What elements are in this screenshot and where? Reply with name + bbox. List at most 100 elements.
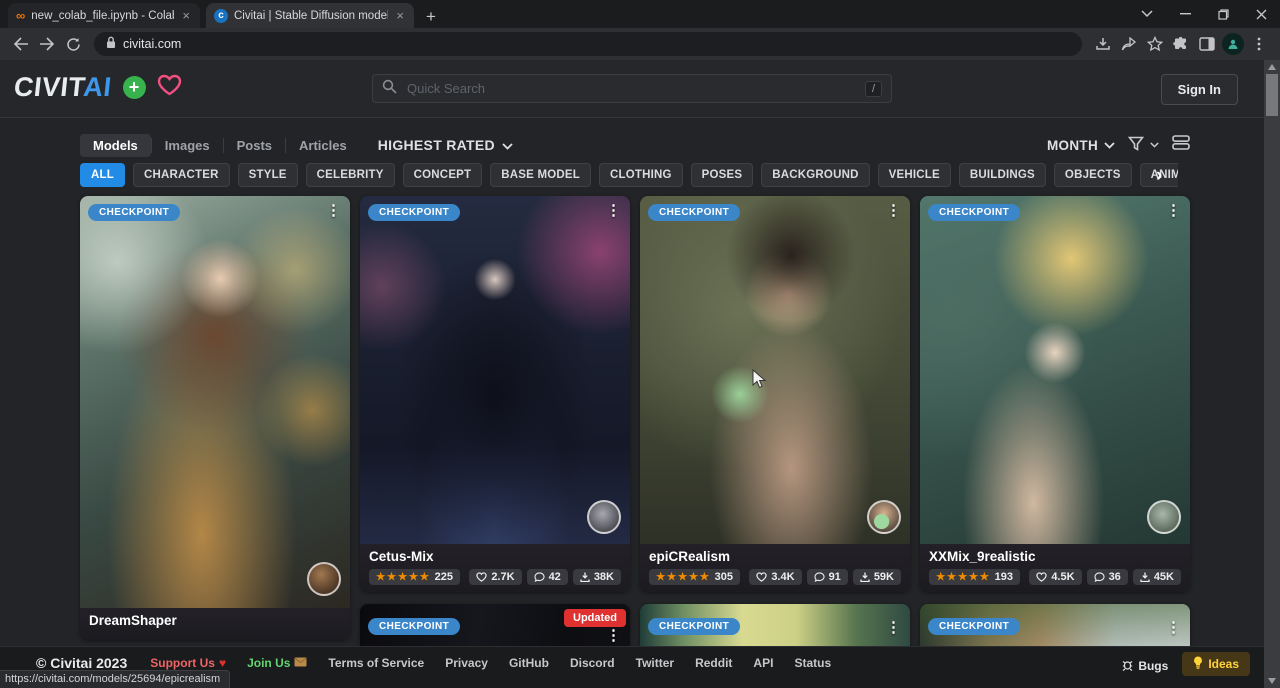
model-card-dreamshaper[interactable]: CHECKPOINT ⋮ DreamShaper (80, 196, 350, 640)
close-tab-icon[interactable]: × (180, 8, 192, 23)
category-chip-celebrity[interactable]: CELEBRITY (306, 163, 395, 187)
category-chip-background[interactable]: BACKGROUND (761, 163, 869, 187)
footer-link-terms[interactable]: Terms of Service (328, 656, 424, 670)
browser-menu-icon[interactable] (1246, 31, 1272, 57)
close-window-button[interactable] (1242, 0, 1280, 28)
category-chip-objects[interactable]: OBJECTS (1054, 163, 1132, 187)
browser-tab-civitai[interactable]: c Civitai | Stable Diffusion models, × (206, 3, 414, 28)
forward-icon[interactable] (34, 31, 60, 57)
civitai-logo[interactable]: CIVITAI + (14, 74, 182, 101)
page-scrollbar[interactable] (1264, 60, 1280, 688)
model-title: Cetus-Mix (369, 549, 621, 564)
model-image[interactable]: CHECKPOINT ⋮ (640, 196, 910, 544)
creator-avatar[interactable] (307, 562, 341, 596)
footer-link-status[interactable]: Status (794, 656, 831, 670)
footer-link-discord[interactable]: Discord (570, 656, 615, 670)
footer-link-reddit[interactable]: Reddit (695, 656, 732, 670)
category-chip-clothing[interactable]: CLOTHING (599, 163, 683, 187)
creator-avatar[interactable] (867, 500, 901, 534)
share-icon[interactable] (1116, 31, 1142, 57)
category-chip-style[interactable]: STYLE (238, 163, 298, 187)
profile-avatar[interactable] (1222, 33, 1244, 55)
likes-pill: 3.4K (749, 569, 801, 585)
category-chip-base-model[interactable]: BASE MODEL (490, 163, 591, 187)
card-menu-icon[interactable]: ⋮ (886, 618, 901, 636)
creator-avatar[interactable] (1147, 500, 1181, 534)
screen: ∞ new_colab_file.ipynb - Colaborat × c C… (0, 0, 1280, 688)
chevron-down-icon[interactable] (1128, 0, 1166, 28)
sort-dropdown[interactable]: HIGHEST RATED (378, 137, 513, 153)
card-menu-icon[interactable]: ⋮ (606, 626, 621, 644)
model-title: epiCRealism (649, 549, 901, 564)
card-menu-icon[interactable]: ⋮ (886, 201, 901, 219)
model-image[interactable]: CHECKPOINT ⋮ (80, 196, 350, 608)
scrollbar-thumb[interactable] (1266, 74, 1278, 116)
model-type-badge: CHECKPOINT (648, 618, 740, 635)
extensions-icon[interactable] (1168, 31, 1194, 57)
reload-icon[interactable] (60, 31, 86, 57)
sort-label: HIGHEST RATED (378, 137, 495, 153)
download-icon (860, 572, 870, 582)
civitai-page: CIVITAI + / Sign In Models Images (0, 60, 1264, 688)
bugs-button[interactable]: Bugs (1122, 659, 1168, 674)
downloads-pill: 38K (573, 569, 621, 585)
category-chip-concept[interactable]: CONCEPT (403, 163, 483, 187)
tab-posts[interactable]: Posts (224, 134, 285, 157)
close-tab-icon[interactable]: × (394, 8, 406, 23)
search-input[interactable] (405, 80, 857, 97)
side-panel-icon[interactable] (1194, 31, 1220, 57)
footer-link-twitter[interactable]: Twitter (636, 656, 674, 670)
card-stats: ★★★★★ 193 4.5K 36 (929, 569, 1181, 585)
new-tab-button[interactable]: + (426, 8, 436, 25)
address-bar[interactable]: civitai.com (94, 32, 1082, 56)
favorites-heart-icon[interactable] (157, 74, 182, 101)
layout-toggle-icon[interactable] (1172, 135, 1190, 155)
categories-scroll-right-icon[interactable]: › (1156, 164, 1162, 188)
model-card-epicrealism[interactable]: CHECKPOINT ⋮ epiCRealism ★★★★★ 305 (640, 196, 910, 592)
url-text: civitai.com (123, 37, 181, 51)
model-image[interactable]: CHECKPOINT ⋮ (360, 196, 630, 544)
card-menu-icon[interactable]: ⋮ (606, 201, 621, 219)
bookmark-star-icon[interactable] (1142, 31, 1168, 57)
tab-articles[interactable]: Articles (286, 134, 360, 157)
quick-search[interactable]: / (372, 74, 892, 103)
browser-tab-colab[interactable]: ∞ new_colab_file.ipynb - Colaborat × (8, 3, 200, 28)
back-icon[interactable] (8, 31, 34, 57)
category-filter-bar: ALL CHARACTER STYLE CELEBRITY CONCEPT BA… (80, 163, 1178, 189)
footer-link-github[interactable]: GitHub (509, 656, 549, 670)
card-stats: ★★★★★ 225 2.7K 42 (369, 569, 621, 585)
category-chip-character[interactable]: CHARACTER (133, 163, 230, 187)
ideas-button[interactable]: Ideas (1182, 652, 1250, 676)
likes-count: 2.7K (491, 571, 514, 583)
category-chip-buildings[interactable]: BUILDINGS (959, 163, 1046, 187)
card-menu-icon[interactable]: ⋮ (1166, 618, 1181, 636)
category-chip-all[interactable]: ALL (80, 163, 125, 187)
card-menu-icon[interactable]: ⋮ (326, 201, 341, 219)
download-icon (1140, 572, 1150, 582)
sign-in-button[interactable]: Sign In (1161, 74, 1238, 105)
scrollbar-up-arrow[interactable] (1268, 64, 1276, 70)
model-card-xxmix[interactable]: CHECKPOINT ⋮ XXMix_9realistic ★★★★★ 193 (920, 196, 1190, 592)
footer-link-join-us[interactable]: Join Us (247, 656, 307, 670)
creator-avatar[interactable] (587, 500, 621, 534)
minimize-button[interactable] (1166, 0, 1204, 28)
logo-text: CIVITAI (13, 74, 113, 101)
footer-link-privacy[interactable]: Privacy (445, 656, 488, 670)
model-card-cetus-mix[interactable]: CHECKPOINT ⋮ Cetus-Mix ★★★★★ 225 (360, 196, 630, 592)
download-icon[interactable] (1090, 31, 1116, 57)
heart-icon (756, 572, 767, 582)
card-menu-icon[interactable]: ⋮ (1166, 201, 1181, 219)
footer-link-api[interactable]: API (753, 656, 773, 670)
maximize-button[interactable] (1204, 0, 1242, 28)
model-image[interactable]: CHECKPOINT ⋮ (920, 196, 1190, 544)
tab-images[interactable]: Images (152, 134, 223, 157)
category-chip-vehicle[interactable]: VEHICLE (878, 163, 951, 187)
filter-dropdown[interactable] (1128, 136, 1159, 154)
tab-models[interactable]: Models (80, 134, 151, 157)
category-chip-poses[interactable]: POSES (691, 163, 754, 187)
model-type-badge: CHECKPOINT (88, 204, 180, 221)
period-dropdown[interactable]: MONTH (1047, 138, 1115, 153)
scrollbar-down-arrow[interactable] (1268, 678, 1276, 684)
create-plus-button[interactable]: + (123, 76, 146, 99)
footer-link-support-us[interactable]: Support Us ♥ (150, 656, 226, 670)
